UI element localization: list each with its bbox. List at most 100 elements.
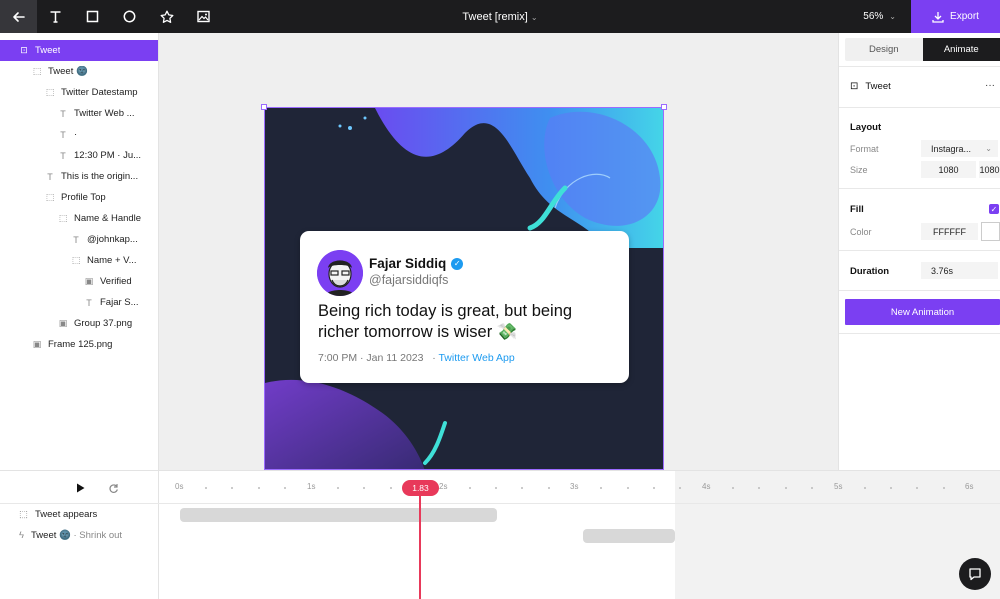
export-button[interactable]: Export (911, 0, 1000, 33)
layer-label: Twitter Datestamp (61, 87, 138, 98)
image-layer-icon: ▣ (58, 318, 68, 328)
width-input[interactable]: 1080 (921, 161, 976, 178)
layer-label: Profile Top (61, 192, 106, 203)
timeline-panel: ⬚ Tweet appears ϟ Tweet 🌚 · Shrink out 0… (0, 470, 1000, 599)
ruler-dot (916, 487, 918, 489)
tab-animate[interactable]: Animate (922, 38, 1000, 61)
ruler-tick-label: 6s (965, 482, 974, 491)
layer-item[interactable]: ⬚ Name + V... (0, 250, 158, 271)
back-button[interactable] (0, 0, 37, 33)
zoom-control[interactable]: 56% ⌄ (863, 0, 896, 33)
fill-checkbox[interactable]: ✓ (989, 204, 999, 214)
animation-bar-shrink-out[interactable] (583, 529, 675, 543)
selected-element-header: ⊡ Tweet (850, 81, 891, 92)
image-layer-icon: ▣ (84, 276, 94, 286)
width-value: 1080 (938, 164, 959, 175)
star-tool-icon (160, 10, 173, 23)
tab-design[interactable]: Design (845, 38, 923, 61)
star-tool-button[interactable] (148, 0, 185, 33)
text-layer-icon: T (60, 150, 66, 161)
layer-item[interactable]: ▣ Verified (0, 271, 158, 292)
timeline-tracks-area[interactable]: 0s 1s 2s 3s 4s 5s 6s 1.83 (159, 471, 1000, 599)
duration-input[interactable]: 3.76s (921, 262, 998, 279)
ruler-tick-label: 5s (834, 482, 843, 491)
track-item[interactable]: ϟ Tweet 🌚 · Shrink out (19, 530, 122, 541)
fill-heading: Fill (850, 204, 864, 215)
layer-item[interactable]: ▣ Group 37.png (0, 313, 158, 334)
divider (839, 250, 1000, 251)
layer-item[interactable]: ⬚ Profile Top (0, 187, 158, 208)
text-layer-icon: T (47, 171, 53, 182)
ruler-tick-label: 0s (175, 482, 184, 491)
loop-button[interactable] (106, 481, 120, 495)
timeline-ruler[interactable]: 0s 1s 2s 3s 4s 5s 6s (159, 471, 1000, 504)
height-input[interactable]: 1080 (979, 161, 1000, 178)
ruler-dot (627, 487, 629, 489)
rectangle-tool-button[interactable] (74, 0, 111, 33)
playhead-time: 1.83 (412, 483, 429, 493)
layer-label: Group 37.png (74, 318, 133, 329)
duration-value: 3.76s (931, 265, 954, 276)
divider (839, 107, 1000, 108)
ruler-tick-label: 1s (307, 482, 316, 491)
layer-item[interactable]: T Twitter Web ... (0, 103, 158, 124)
chevron-down-icon: ⌄ (530, 12, 538, 22)
ruler-dot (363, 487, 365, 489)
frame-icon: ⊡ (850, 81, 859, 92)
tweet-card[interactable]: Fajar Siddiq ✓ @fajarsiddiqfs Being rich… (300, 231, 629, 383)
color-hex-value: FFFFFF (933, 226, 966, 237)
layer-item[interactable]: T 12:30 PM · Ju... (0, 145, 158, 166)
ruler-dot (785, 487, 787, 489)
layer-item[interactable]: T This is the origin... (0, 166, 158, 187)
ruler-tick-label: 3s (570, 482, 579, 491)
layer-label: Fajar S... (100, 297, 139, 308)
resize-handle[interactable] (661, 104, 667, 110)
layer-item[interactable]: ⊡ Tweet (0, 40, 158, 61)
layer-label: @johnkap... (87, 234, 138, 245)
ruler-dot (679, 487, 681, 489)
track-item[interactable]: ⬚ Tweet appears (19, 509, 97, 520)
text-layer-icon: T (86, 297, 92, 308)
ellipse-tool-button[interactable] (111, 0, 148, 33)
layer-item[interactable]: ⬚ Tweet 🌚 (0, 61, 158, 82)
layer-item[interactable]: ▣ Frame 125.png (0, 334, 158, 355)
divider (839, 290, 1000, 291)
text-tool-button[interactable] (37, 0, 74, 33)
lightning-icon: ϟ (19, 530, 25, 541)
more-options-button[interactable]: ··· (985, 80, 995, 91)
image-tool-icon (197, 10, 210, 23)
image-tool-button[interactable] (185, 0, 222, 33)
ruler-dot (469, 487, 471, 489)
layer-item[interactable]: T · (0, 124, 158, 145)
download-icon (932, 11, 944, 23)
layer-item[interactable]: ⬚ Name & Handle (0, 208, 158, 229)
help-chat-button[interactable] (959, 558, 991, 590)
ruler-dot (521, 487, 523, 489)
checkmark-icon: ✓ (990, 204, 998, 214)
ruler-tick-label: 4s (702, 482, 711, 491)
new-animation-label: New Animation (890, 306, 955, 318)
layer-label: Name & Handle (74, 213, 142, 224)
export-label: Export (950, 11, 979, 22)
color-swatch[interactable] (981, 222, 1000, 241)
layer-item[interactable]: T Fajar S... (0, 292, 158, 313)
layer-item[interactable]: ⬚ Twitter Datestamp (0, 82, 158, 103)
play-button[interactable] (73, 481, 87, 495)
ruler-dot (758, 487, 760, 489)
layer-label: · (74, 129, 78, 140)
selected-element-name: Tweet (865, 81, 891, 92)
playhead-line[interactable] (419, 487, 421, 599)
playhead-time-badge[interactable]: 1.83 (402, 480, 439, 496)
color-hex-input[interactable]: FFFFFF (921, 223, 978, 240)
layer-item[interactable]: T @johnkap... (0, 229, 158, 250)
design-canvas[interactable]: Fajar Siddiq ✓ @fajarsiddiqfs Being rich… (159, 33, 838, 470)
format-select[interactable]: Instagra... ⌄ (921, 140, 998, 157)
animation-bar-tweet-appears[interactable] (180, 508, 497, 522)
resize-handle[interactable] (261, 104, 267, 110)
layer-label: Verified (100, 276, 132, 287)
tweet-body: Being rich today is great, but being ric… (318, 302, 573, 341)
layer-label: Frame 125.png (48, 339, 113, 350)
new-animation-button[interactable]: New Animation (845, 299, 1000, 325)
zoom-level: 56% (863, 11, 884, 22)
document-title-button[interactable]: Tweet [remix] ⌄ (462, 11, 537, 23)
